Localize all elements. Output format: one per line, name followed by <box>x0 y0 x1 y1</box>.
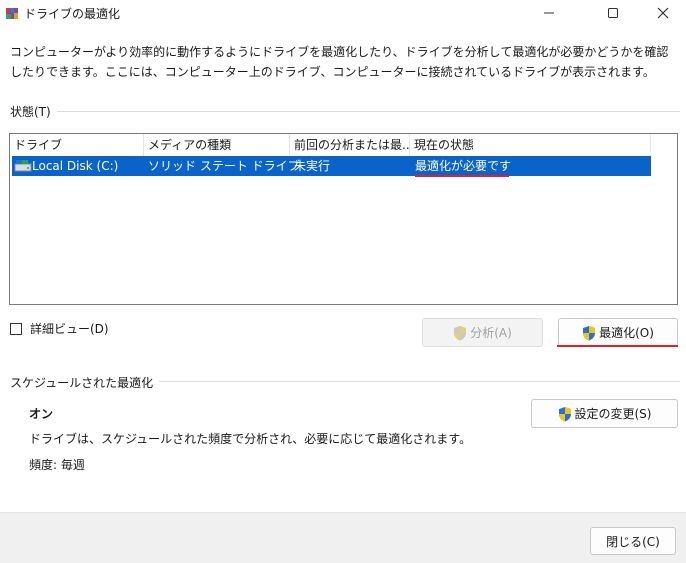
drive-name-cell: Local Disk (C:) <box>32 159 119 173</box>
change-settings-button[interactable]: 設定の変更(S) <box>531 399 678 428</box>
maximize-button[interactable] <box>590 0 636 26</box>
change-settings-label: 設定の変更(S) <box>574 407 652 421</box>
title-bar: ドライブの最適化 <box>0 0 686 26</box>
analyze-button-label: 分析(A) <box>470 326 512 340</box>
detail-view-checkbox[interactable] <box>10 322 22 335</box>
analyze-button[interactable]: 分析(A) <box>422 318 543 347</box>
dialog-footer: 閉じる(C) <box>0 512 686 563</box>
last-analyzed-cell: 未実行 <box>294 159 331 173</box>
description-text: コンピューターがより効率的に動作するようにドライブを最適化したり、ドライブを分析… <box>10 45 669 79</box>
status-group-divider <box>10 111 680 112</box>
window-title: ドライブの最適化 <box>24 7 121 21</box>
detail-view-label: 詳細ビュー(D) <box>30 322 109 336</box>
disk-icon <box>14 160 32 172</box>
close-window-button[interactable] <box>640 0 686 26</box>
minimize-icon <box>544 12 554 14</box>
close-icon <box>657 7 669 19</box>
close-button[interactable]: 閉じる(C) <box>590 527 676 555</box>
detail-view-toggle[interactable]: 詳細ビュー(D) <box>10 320 109 337</box>
column-header-media-type[interactable]: メディアの種類 <box>144 134 290 156</box>
defrag-app-icon <box>6 8 18 19</box>
schedule-group-label: スケジュールされた最適化 <box>10 374 160 391</box>
current-status-cell: 最適化が必要です <box>415 159 512 173</box>
drive-list-header: ドライブ メディアの種類 前回の分析または最... 現在の状態 <box>10 134 677 156</box>
media-type-cell: ソリッド ステート ドライブ <box>148 159 300 173</box>
status-group-label: 状態(T) <box>10 103 57 120</box>
uac-shield-icon <box>558 406 571 421</box>
optimize-annotation-underline <box>557 345 678 347</box>
optimize-button[interactable]: 最適化(O) <box>558 318 678 347</box>
column-header-last-analyzed[interactable]: 前回の分析または最... <box>290 134 410 156</box>
column-header-drive[interactable]: ドライブ <box>10 134 144 156</box>
status-annotation-underline <box>415 175 509 177</box>
column-header-current-status[interactable]: 現在の状態 <box>410 134 651 156</box>
optimize-button-label: 最適化(O) <box>599 326 654 340</box>
schedule-description: ドライブは、スケジュールされた頻度で分析され、必要に応じて最適化されます。 <box>29 432 472 446</box>
drive-row-c[interactable]: Local Disk (C:) ソリッド ステート ドライブ 未実行 最適化が必… <box>12 156 651 176</box>
maximize-icon <box>608 8 618 18</box>
schedule-frequency: 頻度: 毎週 <box>29 458 85 472</box>
close-button-label: 閉じる(C) <box>606 534 660 549</box>
uac-shield-icon <box>454 325 467 340</box>
schedule-status: オン <box>29 407 54 421</box>
drive-list[interactable]: ドライブ メディアの種類 前回の分析または最... 現在の状態 Local Di… <box>9 133 678 305</box>
minimize-button[interactable] <box>526 0 572 26</box>
uac-shield-icon <box>583 325 596 340</box>
